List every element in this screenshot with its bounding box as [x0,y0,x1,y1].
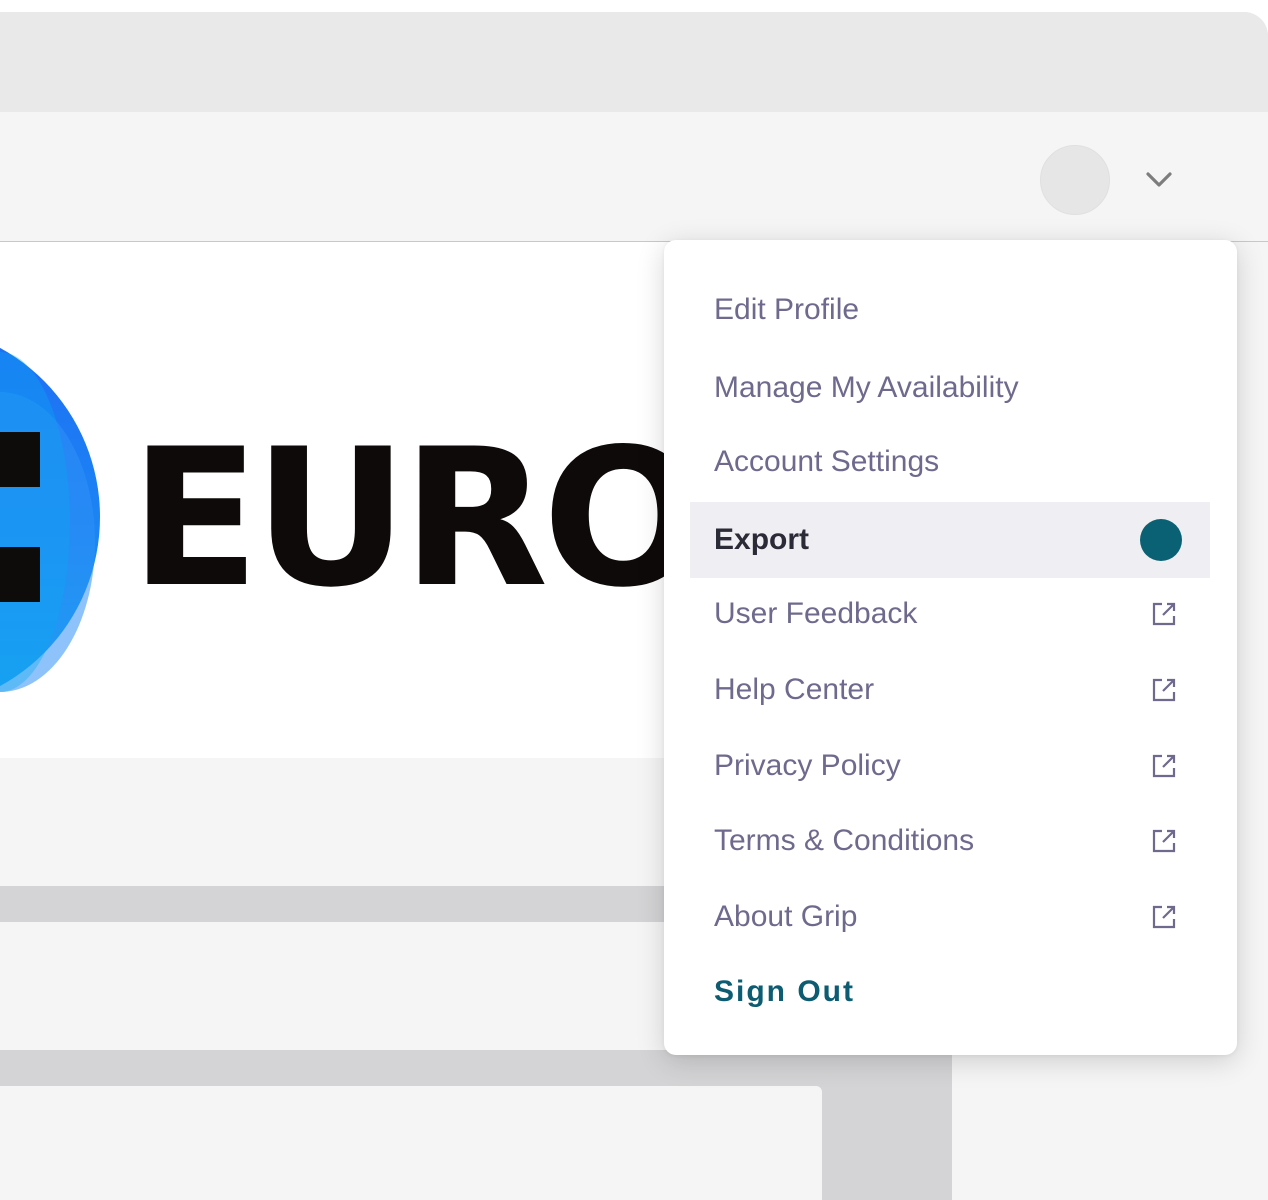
menu-item-edit-profile[interactable]: Edit Profile [690,272,1210,348]
blue-circle-logo-icon [0,347,100,692]
banner-logo-text: EURO [130,408,704,629]
external-link-icon [1152,754,1176,778]
right-column [952,1050,1268,1200]
menu-item-terms-conditions[interactable]: Terms & Conditions [690,803,1210,879]
menu-item-label: Edit Profile [714,293,860,326]
menu-item-manage-availability[interactable]: Manage My Availability [690,350,1210,426]
external-link-icon [1152,678,1176,702]
content-card [0,1086,822,1200]
menu-item-label: Privacy Policy [714,749,901,782]
menu-item-about-grip[interactable]: About Grip [690,879,1210,955]
user-dropdown-menu: Edit Profile Manage My Availability Acco… [664,240,1237,1055]
menu-item-label: About Grip [714,900,858,933]
menu-item-label: Terms & Conditions [714,824,975,857]
external-link-icon [1152,905,1176,929]
menu-item-label: Manage My Availability [714,371,1019,404]
menu-item-label: Help Center [714,673,875,706]
menu-item-sign-out[interactable]: Sign Out [690,954,1210,1030]
external-link-icon [1152,602,1176,626]
menu-item-label: User Feedback [714,597,918,630]
external-link-icon [1152,829,1176,853]
browser-title-strip [0,12,1268,112]
menu-item-privacy-policy[interactable]: Privacy Policy [690,728,1210,804]
menu-item-account-settings[interactable]: Account Settings [690,424,1210,500]
top-navigation-bar [0,112,1268,242]
menu-item-label: Export [714,523,810,556]
status-dot [1140,519,1182,561]
chevron-down-icon[interactable] [1144,164,1174,194]
menu-item-export[interactable]: Export [690,502,1210,578]
user-avatar[interactable] [1040,145,1110,215]
menu-item-help-center[interactable]: Help Center [690,652,1210,728]
section-divider [0,886,700,922]
menu-item-label: Sign Out [714,975,855,1008]
menu-item-label: Account Settings [714,445,940,478]
menu-item-user-feedback[interactable]: User Feedback [690,576,1210,652]
